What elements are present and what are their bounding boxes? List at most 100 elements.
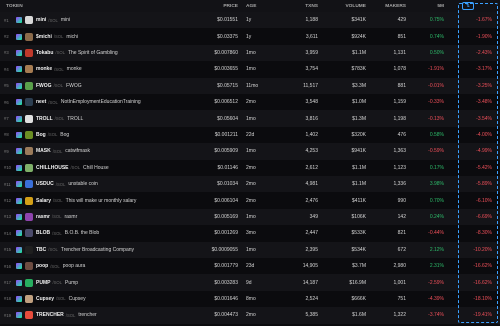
token-name: NotInEmploymentEducationTraining bbox=[60, 99, 141, 106]
txns-cell: 2,612 bbox=[305, 164, 318, 171]
price-cell: $0.005169 bbox=[214, 213, 238, 220]
table-row[interactable]: #3 Tokabu/SOL The Spirit of Gambling $0.007… bbox=[0, 44, 500, 62]
change-5m-cell: -0.44% bbox=[428, 230, 444, 237]
change-5m-cell: 0.24% bbox=[429, 213, 444, 220]
header-makers[interactable]: MAKERS bbox=[376, 0, 406, 12]
makers-cell: 1,001 bbox=[393, 279, 406, 286]
table-row[interactable]: #12 Salary/SOL This will make ur monthly s… bbox=[0, 192, 500, 208]
change-5m-cell: -2.59% bbox=[428, 279, 444, 286]
rank-label: #10 bbox=[4, 165, 11, 171]
token-cell: #13 rasmr/SOL rasmr bbox=[4, 209, 204, 225]
token-avatar-icon bbox=[25, 81, 33, 90]
token-avatar-icon bbox=[25, 180, 33, 189]
quote-symbol: /SOL bbox=[56, 296, 66, 302]
table-row[interactable]: #10 CHILLHOUSE/SOL Chill House $0.01146 2mo 2… bbox=[0, 160, 500, 176]
table-row[interactable]: #11 USDUC/SOL unstable coin $0.01034 2mo 4,98… bbox=[0, 176, 500, 193]
token-avatar-icon bbox=[25, 262, 33, 271]
txns-cell: 2,395 bbox=[305, 246, 318, 253]
txns-cell: 2,476 bbox=[305, 197, 318, 204]
header-token[interactable]: TOKEN bbox=[4, 0, 206, 12]
rank-label: #8 bbox=[4, 132, 9, 138]
header-txns[interactable]: TXNS bbox=[290, 0, 318, 12]
token-symbol[interactable]: MASK bbox=[36, 148, 51, 154]
token-name: rasmr bbox=[64, 213, 78, 220]
token-symbol[interactable]: $michi bbox=[36, 34, 52, 40]
table-row[interactable]: #9 MASK/SOL catwifmask $0.005909 1mo 4,253 $94… bbox=[0, 143, 500, 160]
table-row[interactable]: #18 Cupsey/SOL Cupsey $0.001646 8mo 2,524 $666… bbox=[0, 291, 500, 307]
token-symbol[interactable]: neet bbox=[36, 99, 46, 105]
token-symbol[interactable]: Tokabu bbox=[36, 50, 53, 56]
token-symbol[interactable]: FWOG bbox=[36, 83, 52, 89]
table-row[interactable]: #16 poop/SOL poop aura $0.001779 23d 14,905 $3… bbox=[0, 258, 500, 274]
table-row[interactable]: #6 neet/SOL NotInEmploymentEducationTraini… bbox=[0, 94, 500, 110]
age-cell: 9d bbox=[246, 279, 252, 286]
token-symbol[interactable]: Cupsey bbox=[36, 296, 54, 302]
rank-label: #14 bbox=[4, 230, 11, 236]
change-5m-cell: 0.75% bbox=[429, 17, 444, 24]
volume-cell: $1.6M bbox=[352, 312, 366, 319]
table-row[interactable]: #4 monke/SOL monke $0.003655 1mo 3,754 $783K 1,… bbox=[0, 61, 500, 77]
table-row[interactable]: #19 TRENCHER/SOL trencher $0.004473 2mo 5,385… bbox=[0, 307, 500, 324]
table-row[interactable]: #5 FWOG/SOL FWOG $0.05715 11mo 11,517 $3.3M 881… bbox=[0, 77, 500, 94]
token-avatar-icon bbox=[25, 196, 33, 205]
token-symbol[interactable]: Bog bbox=[36, 132, 46, 138]
token-symbol[interactable]: USDUC bbox=[36, 181, 54, 187]
table-row[interactable]: #13 rasmr/SOL rasmr $0.005169 1mo 349 $106K 142… bbox=[0, 208, 500, 226]
token-name: Trencher Broadcasting Company bbox=[60, 246, 135, 253]
price-cell: $0.001269 bbox=[214, 230, 238, 237]
table-row[interactable]: #8 Bog/SOL Bog $0.001211 22d 1,402 $320K 476 0.5… bbox=[0, 127, 500, 143]
token-name: Cupsey bbox=[68, 295, 86, 302]
token-symbol[interactable]: monke bbox=[36, 66, 52, 72]
price-cell: $0.0009055 bbox=[211, 246, 238, 253]
token-name: Pump bbox=[65, 279, 79, 286]
token-symbol[interactable]: poop bbox=[36, 263, 48, 269]
token-symbol[interactable]: rasmr bbox=[36, 214, 50, 220]
txns-cell: 2,447 bbox=[305, 230, 318, 237]
txns-cell: 3,548 bbox=[305, 99, 318, 106]
token-cell: #3 Tokabu/SOL The Spirit of Gambling bbox=[4, 45, 204, 61]
change-5m-cell: 0.17% bbox=[429, 164, 444, 171]
solana-chain-icon bbox=[16, 295, 22, 302]
age-cell: 11mo bbox=[246, 82, 259, 89]
table-row[interactable]: #15 TBC/SOL Trencher Broadcasting Company $… bbox=[0, 241, 500, 258]
token-avatar-icon bbox=[25, 212, 33, 221]
table-row[interactable]: #1 mini/SOL mini $0.01551 1y 1,188 $341K 429 0.7… bbox=[0, 12, 500, 29]
txns-cell: 3,816 bbox=[305, 115, 318, 122]
rank-label: #6 bbox=[4, 99, 9, 105]
token-name: FWOG bbox=[66, 82, 82, 89]
makers-cell: 1,131 bbox=[393, 49, 406, 56]
header-age[interactable]: AGE bbox=[246, 0, 276, 12]
token-symbol[interactable]: TRENCHER bbox=[36, 312, 64, 318]
token-symbol[interactable]: TROLL bbox=[36, 116, 53, 122]
solana-chain-icon bbox=[16, 131, 22, 138]
token-cell: #4 monke/SOL monke bbox=[4, 61, 204, 77]
token-symbol[interactable]: mini bbox=[36, 17, 46, 23]
age-cell: 2mo bbox=[246, 197, 256, 204]
token-avatar-icon bbox=[25, 65, 33, 74]
table-row[interactable]: #17 PUMP/SOL Pump $0.003283 9d 14,187 $16.9M 1,… bbox=[0, 274, 500, 291]
table-row[interactable]: #2 $michi/SOL michi $0.03375 1y 3,611 $924K 851… bbox=[0, 28, 500, 44]
rank-label: #3 bbox=[4, 50, 9, 56]
makers-cell: 1,078 bbox=[393, 66, 406, 73]
table-row[interactable]: #7 TROLL/SOL TROLL $0.05604 1mo 3,816 $1.3M 1,1… bbox=[0, 110, 500, 127]
sort-1h-button[interactable]: ⇅ bbox=[462, 2, 474, 10]
txns-cell: 1,402 bbox=[305, 131, 318, 138]
token-symbol[interactable]: CHILLHOUSE bbox=[36, 165, 69, 171]
token-cell: #7 TROLL/SOL TROLL bbox=[4, 110, 204, 126]
token-symbol[interactable]: PUMP bbox=[36, 280, 50, 286]
price-cell: $0.001779 bbox=[214, 263, 238, 270]
rank-label: #18 bbox=[4, 296, 11, 302]
makers-cell: 851 bbox=[397, 33, 406, 40]
header-volume[interactable]: VOLUME bbox=[336, 0, 366, 12]
token-symbol[interactable]: BLOB bbox=[36, 230, 50, 236]
token-name: The Spirit of Gambling bbox=[67, 49, 118, 56]
token-cell: #16 poop/SOL poop aura bbox=[4, 258, 204, 274]
header-5m[interactable]: 5M bbox=[406, 0, 444, 12]
age-cell: 3mo bbox=[246, 230, 256, 237]
token-symbol[interactable]: TBC bbox=[36, 247, 46, 253]
volume-cell: $3.3M bbox=[352, 82, 366, 89]
table-row[interactable]: #14 BLOB/SOL B.O.B. the Blob $0.001269 3mo 2,… bbox=[0, 225, 500, 241]
age-cell: 2mo bbox=[246, 181, 256, 188]
token-symbol[interactable]: Salary bbox=[36, 198, 51, 204]
header-price[interactable]: PRICE bbox=[200, 0, 238, 12]
